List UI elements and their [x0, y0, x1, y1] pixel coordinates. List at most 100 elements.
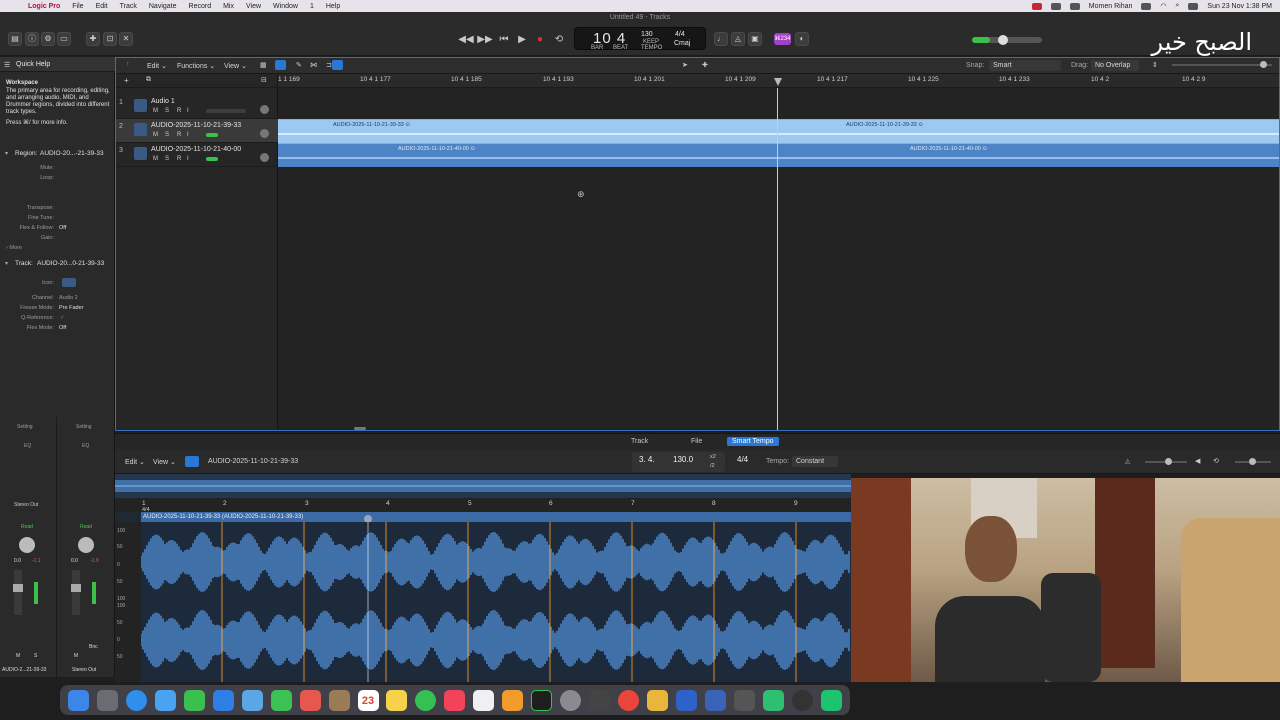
zoom-slider-knob[interactable] [1260, 61, 1267, 68]
track-flexmode-value[interactable]: Off [59, 325, 66, 331]
status-record-icon[interactable] [1031, 2, 1042, 10]
photos-icon[interactable] [299, 689, 321, 711]
track-input-button[interactable]: I [187, 156, 189, 162]
smart-tempo-display[interactable]: 3. 4. 130.0 x2 /2 [632, 452, 725, 472]
track-solo-button[interactable]: S [165, 132, 169, 138]
search-icon[interactable]: ⌕ [1175, 2, 1179, 10]
tab-smart-tempo[interactable]: Smart Tempo [727, 437, 779, 446]
mixer-icon[interactable]: ✚ [86, 32, 100, 46]
out-setting-label[interactable]: Setting [76, 424, 92, 430]
launchpad-icon[interactable] [96, 689, 118, 711]
out-pan-knob[interactable] [78, 537, 94, 553]
audio-region[interactable]: AUDIO-2025-11-10-21-39-33 ⊙ [778, 119, 1279, 143]
region-inspector-header[interactable]: ▾ Region: AUDIO-20...-21-39-33 [0, 147, 115, 159]
status-screen-icon[interactable] [1050, 2, 1061, 10]
menu-1[interactable]: 1 [304, 3, 320, 10]
mail-icon[interactable] [154, 689, 176, 711]
utility-icon[interactable] [733, 689, 755, 711]
tab-track[interactable]: Track [626, 437, 653, 446]
tracks-edit-menu[interactable]: Edit ⌄ [147, 62, 167, 70]
track-solo-button[interactable]: S [165, 156, 169, 162]
metronome-icon[interactable]: ◬ [731, 32, 745, 46]
editor-zoom-slider[interactable] [1145, 458, 1187, 465]
quick-help-header[interactable]: ☰ Quick Help [0, 57, 115, 72]
loop-icon[interactable]: ⟲ [1213, 457, 1219, 465]
pointer-tool-icon[interactable]: ➤ [682, 61, 688, 69]
st-tempo-mode-select[interactable]: Constant [792, 456, 838, 467]
menu-mix[interactable]: Mix [217, 3, 240, 10]
master-volume-slider[interactable] [972, 35, 1042, 45]
menu-navigate[interactable]: Navigate [143, 3, 183, 10]
strip-automation-label[interactable]: Read [21, 524, 33, 530]
strip-mute-button[interactable]: M [16, 653, 20, 659]
tracks-functions-menu[interactable]: Functions ⌄ [177, 62, 215, 70]
editor-vzoom-knob[interactable] [1249, 458, 1256, 465]
playhead-handle[interactable] [774, 78, 782, 86]
zoom-slider[interactable] [1172, 61, 1272, 68]
track-name[interactable]: Audio 1 [151, 98, 175, 105]
reminders-icon[interactable] [473, 689, 495, 711]
play-button[interactable]: ▶ [514, 32, 530, 48]
pages-icon[interactable] [502, 689, 524, 711]
track-input-button[interactable]: I [187, 132, 189, 138]
back-arrow-icon[interactable]: ↑ [126, 61, 130, 68]
track-input-button[interactable]: I [187, 108, 189, 114]
track-record-button[interactable]: R [177, 156, 181, 162]
out-eq-label[interactable]: EQ [82, 443, 89, 449]
track-pan-knob[interactable] [260, 153, 269, 162]
audio-region[interactable]: AUDIO-2025-11-10-21-40-00 ⊙ [278, 143, 778, 167]
status-battery-icon[interactable] [1141, 2, 1152, 10]
catch-icon[interactable] [332, 60, 343, 70]
finder-icon[interactable] [67, 689, 89, 711]
flex-icon[interactable]: ⋈ [310, 61, 317, 69]
forward-button[interactable]: ▶▶ [477, 32, 493, 48]
tuner-icon[interactable]: ♩ [714, 32, 728, 46]
count-in-icon[interactable]: ▣ [748, 32, 762, 46]
timeline-ruler[interactable]: 1 1 169 10 4 1 177 10 4 1 185 10 4 1 193… [278, 74, 1279, 88]
editor-region-title[interactable]: AUDIO-2025-11-10-21-39-33 (AUDIO-2025-11… [141, 512, 851, 522]
drag-select[interactable]: No Overlap [1091, 60, 1139, 71]
folder-icon[interactable] [647, 689, 669, 711]
recorder-icon[interactable] [820, 689, 842, 711]
track-pan-knob[interactable] [260, 129, 269, 138]
editors-icon[interactable]: ⊡ [103, 32, 117, 46]
app-store-icon[interactable] [212, 689, 234, 711]
waveform-zoom-icon[interactable]: ◬ [1125, 457, 1130, 465]
st-halve-button[interactable]: /2 [710, 463, 715, 469]
duplicate-track-icon[interactable]: ⧉ [146, 76, 151, 84]
calendar-icon[interactable]: 23 [357, 689, 379, 711]
track-name[interactable]: AUDIO-2025-11-10-21-39-33 [151, 122, 241, 129]
smart-tempo-editor[interactable]: 1 2 3 4 5 6 7 8 9 4/4 AUDIO-2025-11-10-2… [115, 474, 851, 682]
maps-icon[interactable] [241, 689, 263, 711]
tab-file[interactable]: File [686, 437, 707, 446]
strip-pan-knob[interactable] [19, 537, 35, 553]
region-more-toggle[interactable]: › More [6, 245, 22, 251]
rewind-button[interactable]: ◀◀ [458, 32, 474, 48]
region-flex-value[interactable]: Off [59, 225, 66, 231]
audio-region[interactable]: AUDIO-2025-11-10-21-39-33 ⊙ [278, 119, 778, 143]
track-mute-button[interactable]: M [153, 108, 158, 114]
menu-window[interactable]: Window [267, 3, 304, 10]
solo-icon[interactable]: ◐ [795, 32, 809, 46]
snap-select[interactable]: Smart [989, 60, 1061, 71]
global-tracks-icon[interactable]: ⊟ [261, 76, 267, 84]
track-name[interactable]: AUDIO-2025-11-10-21-40-00 [151, 146, 241, 153]
quantize-icon[interactable]: ⊐ [326, 61, 332, 69]
messages-icon[interactable] [270, 689, 292, 711]
track-record-button[interactable]: R [177, 108, 181, 114]
st-double-button[interactable]: x2 [710, 454, 716, 460]
control-center-icon[interactable] [1188, 2, 1199, 10]
out-mute-button[interactable]: M [74, 653, 78, 659]
out-fader[interactable] [71, 570, 81, 615]
horizontal-scrollbar[interactable] [354, 427, 366, 430]
audio-app-icon[interactable] [704, 689, 726, 711]
track-volume-slider[interactable] [206, 109, 246, 113]
track-record-button[interactable]: R [177, 132, 181, 138]
strip-setting-label[interactable]: Setting [17, 424, 33, 430]
out-bounce-button[interactable]: Bnc [89, 644, 98, 650]
music-icon[interactable] [444, 689, 466, 711]
wifi-icon[interactable]: ◠ [1160, 2, 1166, 10]
audio-region[interactable]: AUDIO-2025-11-10-21-40-00 ⊙ [778, 143, 1279, 167]
facetime-icon[interactable] [183, 689, 205, 711]
smart-controls-icon[interactable]: ▭ [57, 32, 71, 46]
